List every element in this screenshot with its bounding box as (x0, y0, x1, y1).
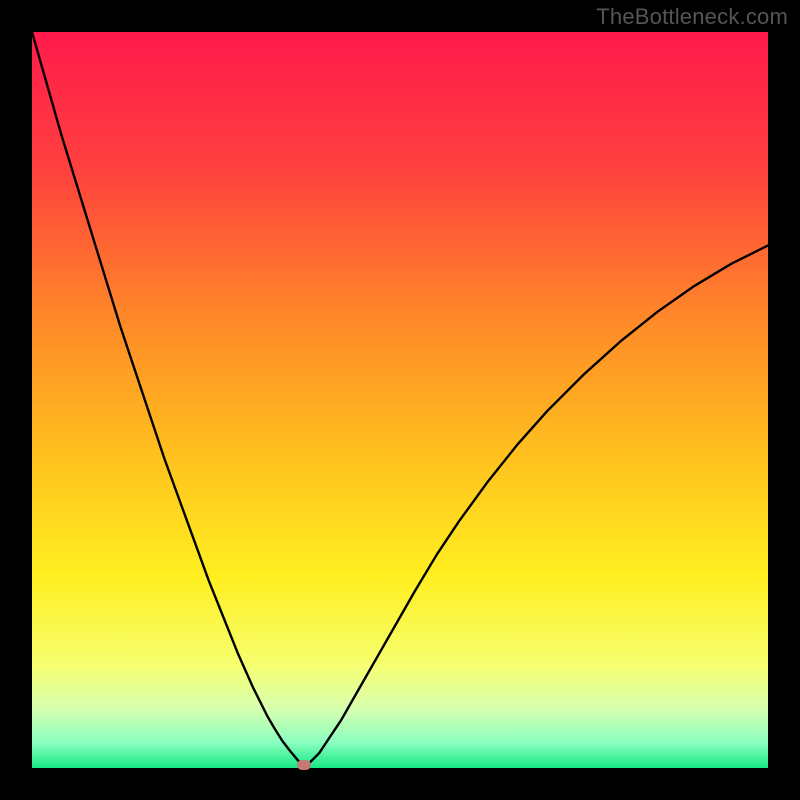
chart-frame (32, 32, 768, 768)
chart-background (32, 32, 768, 768)
bottleneck-chart (32, 32, 768, 768)
watermark-text: TheBottleneck.com (596, 4, 788, 30)
minimum-marker (297, 760, 311, 770)
